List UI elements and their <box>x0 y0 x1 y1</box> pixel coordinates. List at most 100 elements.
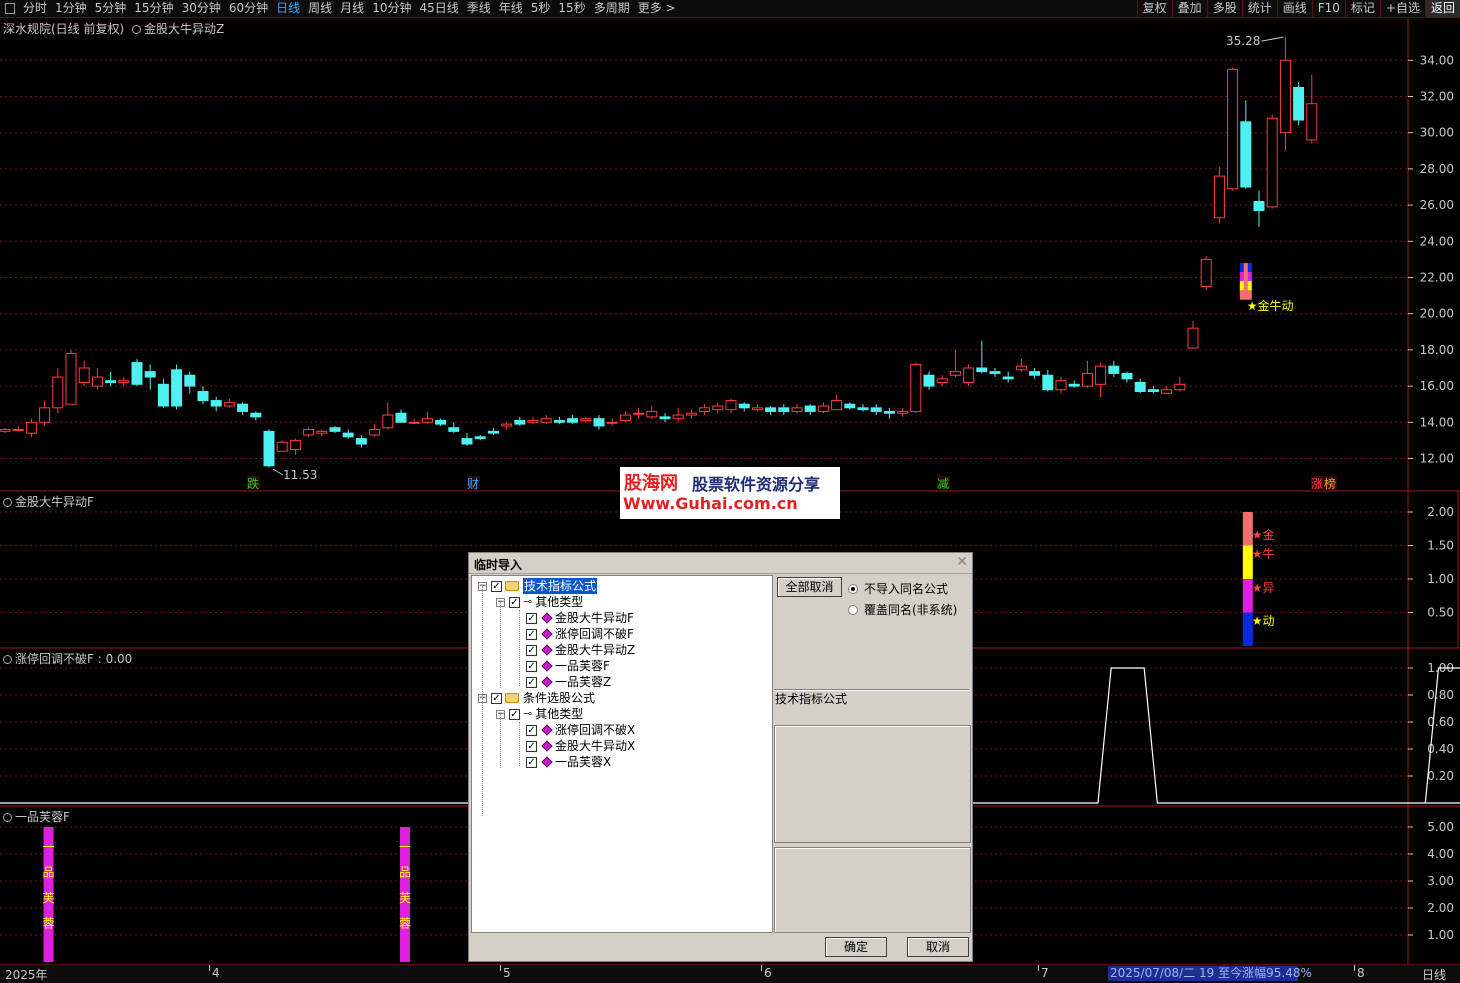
tree-node[interactable]: − ✓ ⊸ 其他类型 <box>496 594 583 610</box>
tab-15[interactable]: 多周期 <box>590 0 634 17</box>
panel2-title[interactable]: 金股大牛异动F <box>3 493 94 510</box>
tree-node[interactable]: − ✓ 条件选股公式 <box>478 690 595 706</box>
tab-14[interactable]: 15秒 <box>554 0 589 17</box>
dialog-titlebar[interactable]: 临时导入 ✕ <box>469 553 972 574</box>
tree-node[interactable]: ✓ 金股大牛异动X <box>516 738 635 754</box>
main-indicator-name[interactable]: 金股大牛异动Z <box>144 22 224 36</box>
toolbar-button-7[interactable]: +自选 <box>1379 0 1425 17</box>
tree-node[interactable]: ✓ 涨停回调不破F <box>516 626 634 642</box>
indicator-toggle-icon[interactable] <box>132 25 142 34</box>
date-axis-label: 2025年 <box>5 968 48 982</box>
candle-up <box>963 367 975 383</box>
tree-checkbox[interactable]: ✓ <box>526 612 537 624</box>
toolbar-button-2[interactable]: 多股 <box>1206 0 1242 17</box>
close-icon[interactable]: ✕ <box>956 554 968 570</box>
tree-checkbox[interactable]: ✓ <box>526 676 537 688</box>
panel2-label: ★异 <box>1252 581 1275 595</box>
tree-checkbox[interactable]: ✓ <box>526 724 537 736</box>
tree-node-label: 金股大牛异动X <box>555 739 636 753</box>
tree-line <box>519 722 520 766</box>
tab-10[interactable]: 45日线 <box>415 0 462 17</box>
tab-3[interactable]: 15分钟 <box>130 0 177 17</box>
candle-up <box>1200 258 1212 288</box>
tab-1[interactable]: 1分钟 <box>51 0 91 17</box>
tree-checkbox[interactable]: ✓ <box>526 756 537 768</box>
price-tick-label: 26.00 <box>1420 198 1454 212</box>
tree-node[interactable]: ✓ 涨停回调不破X <box>516 722 635 738</box>
tree-node[interactable]: ✓ 一品芙蓉Z <box>516 674 611 690</box>
tab-7[interactable]: 周线 <box>304 0 336 17</box>
cancel-button[interactable]: 取消 <box>907 937 969 957</box>
formula-tree[interactable]: − ✓ 技术指标公式 − ✓ ⊸ 其他类型 ✓ 金股大牛异动F ✓ 涨停回调不破F ✓ 金股大牛异动Z ✓… <box>471 575 773 933</box>
period-label[interactable]: 日线 <box>1422 966 1446 983</box>
tree-node[interactable]: − ✓ 技术指标公式 <box>478 578 598 594</box>
tree-node[interactable]: ✓ 金股大牛异动F <box>516 610 634 626</box>
candle-down <box>976 367 988 373</box>
tab-12[interactable]: 年线 <box>495 0 527 17</box>
toolbar-button-1[interactable]: 叠加 <box>1171 0 1207 17</box>
candle-up <box>897 410 909 414</box>
candle-up <box>527 419 539 423</box>
tree-node[interactable]: ✓ 一品芙蓉X <box>516 754 611 770</box>
formula-icon <box>541 612 553 624</box>
candle-down <box>659 416 671 420</box>
candle-up <box>1306 103 1318 141</box>
panel3-title[interactable]: 涨停回调不破F : 0.00 <box>3 650 132 667</box>
panel3-toggle-icon[interactable] <box>3 655 12 664</box>
tab-13[interactable]: 5秒 <box>527 0 555 17</box>
candle-down <box>1108 365 1120 374</box>
toolbar-button-6[interactable]: 标记 <box>1344 0 1380 17</box>
cancel-all-button[interactable]: 全部取消 <box>777 577 842 597</box>
candle-up <box>25 421 37 434</box>
tab-2[interactable]: 5分钟 <box>91 0 131 17</box>
event-marker: 财 <box>467 477 479 491</box>
ok-button[interactable]: 确定 <box>825 937 887 957</box>
tab-6[interactable]: 日线 <box>272 0 304 17</box>
tab-4[interactable]: 30分钟 <box>178 0 225 17</box>
menu-icon[interactable] <box>5 3 15 14</box>
price-tick-label: 22.00 <box>1420 271 1454 285</box>
candle-down <box>883 410 895 414</box>
candle-up <box>303 429 315 436</box>
panel4-title[interactable]: 一品芙蓉F <box>3 808 70 825</box>
toolbar-button-3[interactable]: 统计 <box>1241 0 1277 17</box>
tab-5[interactable]: 60分钟 <box>225 0 272 17</box>
candle-down <box>144 371 156 378</box>
candle-down <box>157 383 169 407</box>
radio-overwrite-same[interactable]: 覆盖同名(非系统) <box>848 601 957 618</box>
tree-node-label: 一品芙蓉F <box>555 659 610 673</box>
toolbar-button-4[interactable]: 画线 <box>1276 0 1312 17</box>
panel4-toggle-icon[interactable] <box>3 813 12 822</box>
toolbar-button-0[interactable]: 复权 <box>1136 0 1172 17</box>
toolbar-button-5[interactable]: F10 <box>1311 0 1345 17</box>
tab-8[interactable]: 月线 <box>336 0 368 17</box>
tab-9[interactable]: 10分钟 <box>368 0 415 17</box>
tree-checkbox[interactable]: ✓ <box>526 740 537 752</box>
radio-no-import-same[interactable]: 不导入同名公式 <box>848 580 948 597</box>
tab-0[interactable]: 分时 <box>19 0 51 17</box>
tree-node-label: 其他类型 <box>535 707 584 721</box>
tree-node[interactable]: ✓ 金股大牛异动Z <box>516 642 635 658</box>
toolbar-button-8[interactable]: 返回 <box>1424 0 1460 17</box>
tree-checkbox[interactable]: ✓ <box>509 708 520 720</box>
tree-node[interactable]: ✓ 一品芙蓉F <box>516 658 610 674</box>
candle-up <box>685 412 697 416</box>
radio-dot[interactable] <box>848 583 858 594</box>
tree-line <box>482 698 483 816</box>
tree-checkbox[interactable]: ✓ <box>526 660 537 672</box>
tree-checkbox[interactable]: ✓ <box>526 644 537 656</box>
panel2-toggle-icon[interactable] <box>3 498 12 507</box>
tree-checkbox[interactable]: ✓ <box>509 596 520 608</box>
panel3-tick-label: 0.20 <box>1427 769 1454 783</box>
price-tick-label: 18.00 <box>1420 343 1454 357</box>
radio-dot[interactable] <box>848 604 858 615</box>
tree-checkbox[interactable]: ✓ <box>491 692 502 704</box>
date-axis-label: 6 <box>764 966 772 980</box>
tree-checkbox[interactable]: ✓ <box>491 580 502 592</box>
tab-11[interactable]: 季线 <box>463 0 495 17</box>
panel2-tick-label: 0.50 <box>1427 606 1454 620</box>
tree-checkbox[interactable]: ✓ <box>526 628 537 640</box>
tree-node[interactable]: − ✓ ⊸ 其他类型 <box>496 706 583 722</box>
tab-16[interactable]: 更多 > <box>634 0 680 17</box>
candle-down <box>1134 381 1146 393</box>
